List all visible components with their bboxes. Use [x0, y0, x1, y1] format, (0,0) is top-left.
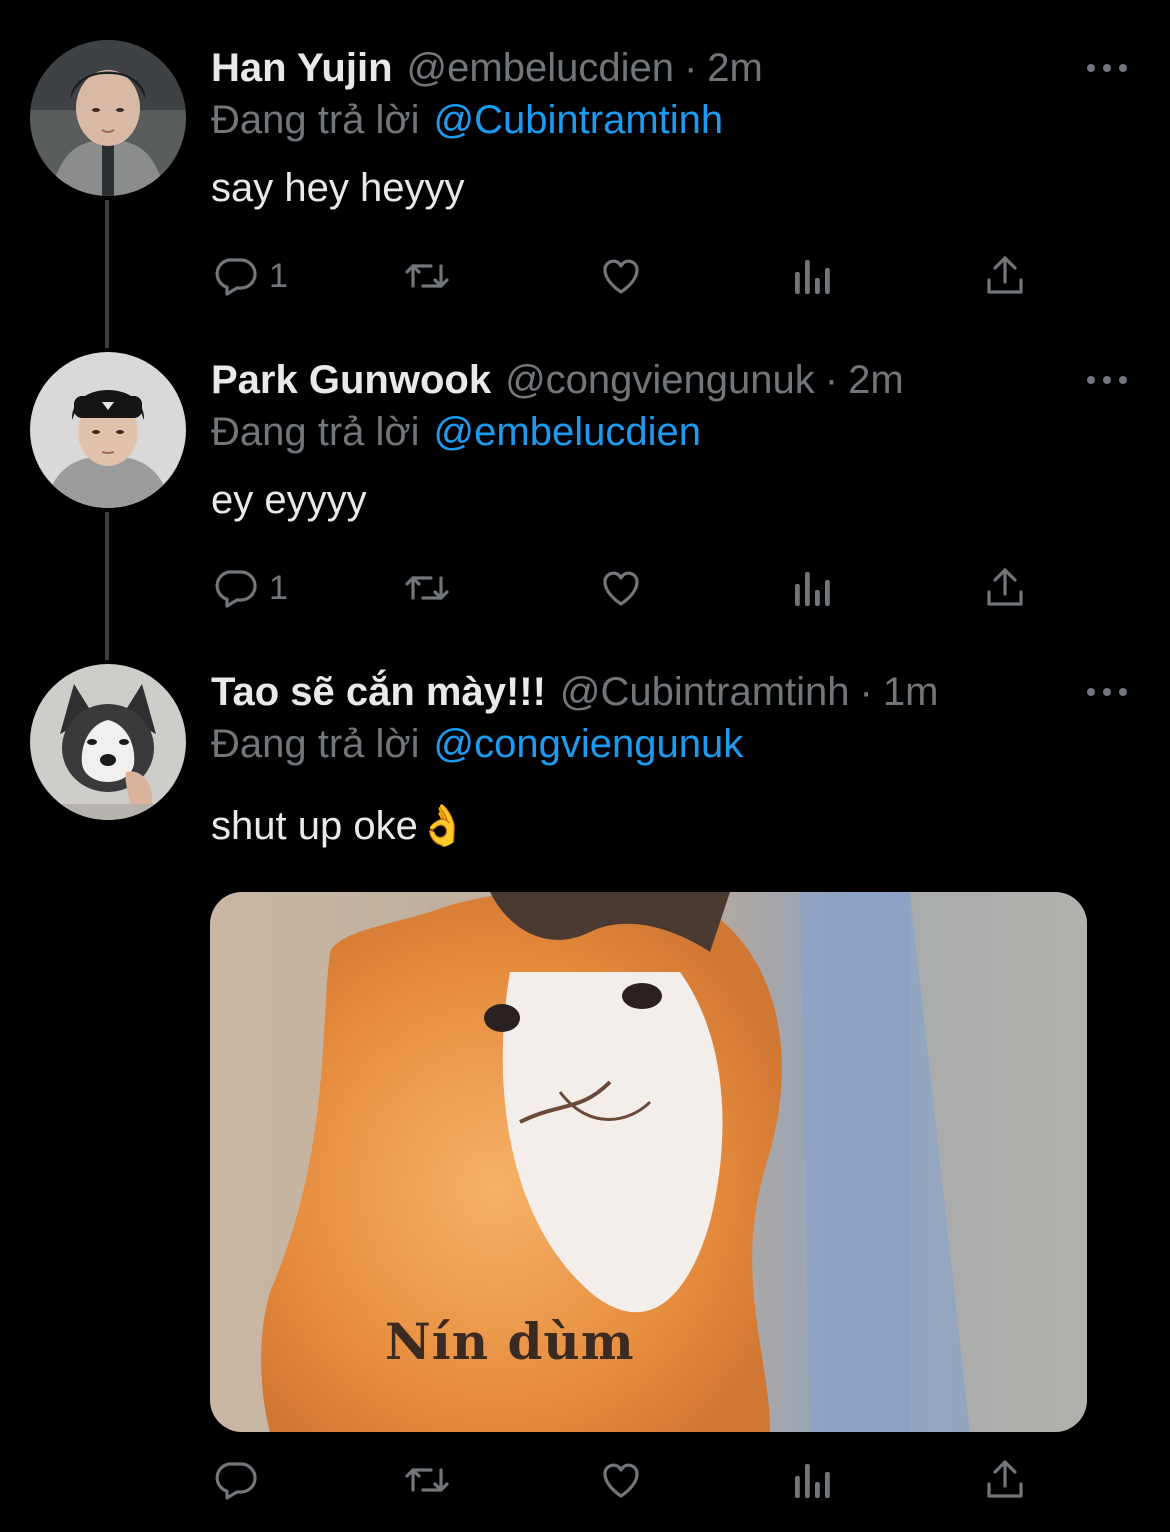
replying-to-label: Đang trả lời [211, 410, 420, 454]
analytics-icon [793, 1456, 833, 1504]
retweet-button[interactable] [401, 1454, 453, 1506]
avatar[interactable] [30, 352, 186, 508]
replying-to-handle[interactable]: @embelucdien [434, 410, 701, 454]
replying-to-handle[interactable]: @Cubintramtinh [434, 98, 724, 142]
reply-button[interactable] [211, 1454, 269, 1506]
share-icon [981, 252, 1029, 300]
replying-to: Đang trả lời @embelucdien [211, 404, 701, 460]
separator: · [683, 46, 698, 90]
retweet-icon [401, 1456, 453, 1504]
tweet-header: Park Gunwook @congviengunuk · 2m [211, 352, 904, 408]
retweet-icon [401, 252, 453, 300]
action-bar: 1 [211, 562, 1041, 614]
like-button[interactable] [597, 562, 645, 614]
share-button[interactable] [981, 562, 1029, 614]
tweet-text: ey eyyyy [211, 478, 367, 522]
share-button[interactable] [981, 250, 1029, 302]
display-name[interactable]: Han Yujin [211, 40, 393, 96]
user-handle[interactable]: @Cubintramtinh [560, 664, 850, 720]
reply-count: 1 [269, 256, 288, 295]
reply-button[interactable]: 1 [211, 250, 288, 302]
replying-to-label: Đang trả lời [211, 98, 420, 142]
user-handle[interactable]: @embelucdien [407, 40, 674, 96]
replying-to-handle[interactable]: @congviengunuk [434, 722, 744, 766]
tweet-text: say hey heyyy [211, 166, 465, 210]
reply-icon [211, 1456, 259, 1504]
share-icon [981, 1456, 1029, 1504]
more-icon[interactable] [1087, 58, 1127, 78]
media-caption: Nín dùm [385, 1312, 635, 1371]
retweet-icon [401, 564, 453, 612]
views-button[interactable] [793, 562, 833, 614]
tweet-header: Han Yujin @embelucdien · 2m [211, 40, 763, 96]
analytics-icon [793, 564, 833, 612]
reply-icon [211, 252, 259, 300]
heart-icon [597, 1456, 645, 1504]
tweet-text: shut up oke👌 [211, 804, 468, 848]
more-icon[interactable] [1087, 682, 1127, 702]
tweet[interactable]: Han Yujin @embelucdien · 2m Đang trả lời… [0, 40, 1170, 340]
share-button[interactable] [981, 1454, 1029, 1506]
display-name[interactable]: Park Gunwook [211, 352, 491, 408]
separator: · [859, 670, 873, 714]
timestamp[interactable]: 2m [707, 40, 763, 96]
views-button[interactable] [793, 1454, 833, 1506]
reply-icon [211, 564, 259, 612]
reply-button[interactable]: 1 [211, 562, 288, 614]
replying-to: Đang trả lời @congviengunuk [211, 716, 743, 772]
heart-icon [597, 252, 645, 300]
separator: · [824, 358, 839, 402]
retweet-button[interactable] [401, 250, 453, 302]
action-bar [211, 1454, 1041, 1506]
like-button[interactable] [597, 1454, 645, 1506]
share-icon [981, 564, 1029, 612]
heart-icon [597, 564, 645, 612]
media-attachment[interactable] [210, 892, 1087, 1432]
timestamp[interactable]: 2m [848, 352, 904, 408]
timestamp[interactable]: 1m [883, 664, 939, 720]
avatar[interactable] [30, 40, 186, 196]
tweet[interactable]: Park Gunwook @congviengunuk · 2m Đang tr… [0, 352, 1170, 652]
action-bar: 1 [211, 250, 1041, 302]
analytics-icon [793, 252, 833, 300]
reply-count: 1 [269, 568, 288, 607]
replying-to: Đang trả lời @Cubintramtinh [211, 92, 723, 148]
views-button[interactable] [793, 250, 833, 302]
retweet-button[interactable] [401, 562, 453, 614]
like-button[interactable] [597, 250, 645, 302]
tweet-header: Tao sẽ cắn mày!!! @Cubintramtinh · 1m [211, 664, 938, 720]
user-handle[interactable]: @congviengunuk [505, 352, 815, 408]
replying-to-label: Đang trả lời [211, 722, 420, 766]
more-icon[interactable] [1087, 370, 1127, 390]
display-name[interactable]: Tao sẽ cắn mày!!! [211, 664, 546, 720]
avatar[interactable] [30, 664, 186, 820]
